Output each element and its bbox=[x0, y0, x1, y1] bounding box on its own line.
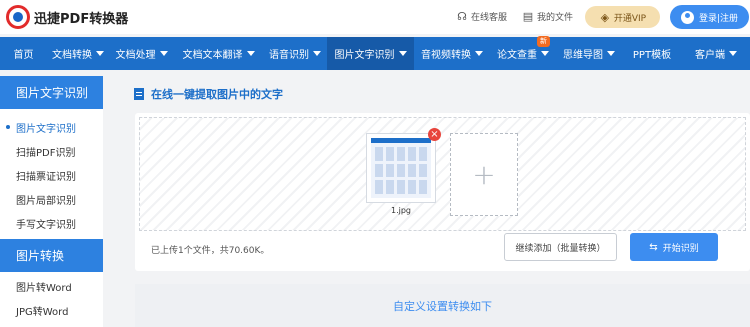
sidebar-item-image-ocr[interactable]: 图片文字识别 bbox=[0, 115, 103, 139]
diamond-icon: ◈ bbox=[600, 10, 610, 24]
thumbnail-preview bbox=[371, 138, 431, 198]
new-badge: 新 bbox=[537, 36, 550, 47]
start-recognition-label: 开始识别 bbox=[662, 243, 699, 254]
sidebar-group-ocr[interactable]: 图片文字识别 bbox=[0, 76, 103, 109]
caret-down-icon bbox=[541, 51, 549, 56]
nav-item-doc-process[interactable]: 文档处理 bbox=[109, 37, 174, 70]
caret-down-icon bbox=[607, 51, 615, 56]
my-files-label: 我的文件 bbox=[537, 13, 574, 23]
caret-down-icon bbox=[475, 51, 483, 56]
sidebar-item-scan-ticket[interactable]: 扫描票证识别 bbox=[0, 163, 103, 187]
nav-label: 文档转换 bbox=[52, 50, 92, 61]
vip-label: 开通VIP bbox=[613, 13, 647, 24]
main-content: 在线一键提取图片中的文字 × 1.jpg + 已上传1个文件，共70.60K。 … bbox=[122, 76, 750, 327]
vip-button[interactable]: ◈ 开通VIP bbox=[585, 6, 660, 28]
start-recognition-button[interactable]: ⇆ 开始识别 bbox=[630, 233, 718, 261]
caret-down-icon bbox=[96, 51, 104, 56]
file-icon: ▤ bbox=[522, 10, 534, 23]
nav-item-mindmap[interactable]: 思维导图 bbox=[556, 37, 622, 70]
online-service-link[interactable]: ☊ 在线客服 bbox=[456, 10, 507, 23]
caret-down-icon bbox=[246, 51, 255, 56]
headset-icon: ☊ bbox=[457, 10, 467, 23]
add-file-button[interactable]: + bbox=[450, 133, 518, 216]
settings-heading: 自定义设置转换如下 bbox=[393, 300, 492, 313]
nav-label: 首页 bbox=[13, 50, 34, 61]
user-icon bbox=[680, 10, 694, 24]
nav-item-doc-convert[interactable]: 文档转换 bbox=[47, 37, 109, 70]
nav-item-client[interactable]: 客户端 bbox=[682, 37, 750, 70]
nav-label: 图片文字识别 bbox=[334, 50, 395, 61]
nav-label: PPT模板 bbox=[632, 50, 672, 61]
logo-icon bbox=[6, 5, 30, 29]
caret-down-icon bbox=[729, 51, 737, 56]
page-title-text: 在线一键提取图片中的文字 bbox=[151, 88, 283, 101]
file-thumbnail[interactable] bbox=[366, 133, 436, 203]
online-service-label: 在线客服 bbox=[471, 13, 508, 23]
swap-icon: ⇆ bbox=[649, 241, 658, 253]
header: 迅捷PDF转换器 ☊ 在线客服 ▤ 我的文件 ◈ 开通VIP 登录|注册 bbox=[0, 0, 750, 34]
upload-card: × 1.jpg + 已上传1个文件，共70.60K。 继续添加（批量转换） ⇆ … bbox=[135, 113, 750, 271]
nav-label: 思维导图 bbox=[563, 50, 603, 61]
caret-down-icon bbox=[398, 51, 407, 56]
nav-label: 文档处理 bbox=[115, 50, 156, 61]
nav-item-ppt[interactable]: PPT模板 bbox=[622, 37, 682, 70]
file-name: 1.jpg bbox=[390, 206, 411, 215]
plus-icon: + bbox=[472, 157, 496, 191]
sidebar-group-image-convert[interactable]: 图片转换 bbox=[0, 239, 103, 272]
sidebar-item-handwriting[interactable]: 手写文字识别 bbox=[0, 211, 103, 235]
nav-item-translate[interactable]: 文档文本翻译 bbox=[174, 37, 263, 70]
sidebar-item-partial[interactable]: 图片局部识别 bbox=[0, 187, 103, 211]
upload-dropzone[interactable]: × 1.jpg + bbox=[139, 117, 746, 231]
document-icon bbox=[134, 88, 144, 100]
my-files-link[interactable]: ▤ 我的文件 bbox=[522, 10, 573, 23]
nav-label: 文档文本翻译 bbox=[182, 50, 243, 61]
nav-label: 音视频转换 bbox=[421, 50, 471, 61]
nav-item-av-convert[interactable]: 音视频转换 bbox=[414, 37, 490, 70]
logo[interactable]: 迅捷PDF转换器 bbox=[6, 5, 128, 29]
nav-label: 客户端 bbox=[695, 50, 725, 61]
nav-item-home[interactable]: 首页 bbox=[0, 37, 47, 70]
brand-name: 迅捷PDF转换器 bbox=[34, 11, 129, 27]
upload-status: 已上传1个文件，共70.60K。 bbox=[151, 246, 270, 256]
sidebar-item-scan-pdf[interactable]: 扫描PDF识别 bbox=[0, 139, 103, 163]
nav-label: 语音识别 bbox=[269, 50, 309, 61]
nav-item-plagiarism[interactable]: 论文查重新 bbox=[490, 36, 556, 70]
nav-item-speech[interactable]: 语音识别 bbox=[263, 37, 327, 70]
main-nav: 首页 文档转换 文档处理 文档文本翻译 语音识别 图片文字识别 音视频转换 论文… bbox=[0, 36, 750, 70]
sidebar-item-image-to-word[interactable]: 图片转Word bbox=[0, 274, 103, 298]
thumbnail-grid bbox=[375, 147, 427, 194]
nav-item-ocr[interactable]: 图片文字识别 bbox=[327, 37, 414, 70]
caret-down-icon bbox=[159, 51, 168, 56]
continue-add-button[interactable]: 继续添加（批量转换） bbox=[504, 233, 617, 261]
settings-panel: 自定义设置转换如下 bbox=[135, 284, 750, 327]
caret-down-icon bbox=[313, 51, 321, 56]
login-button[interactable]: 登录|注册 bbox=[670, 5, 749, 29]
sidebar-item-jpg-to-word[interactable]: JPG转Word bbox=[0, 298, 103, 322]
nav-label: 论文查重 bbox=[497, 50, 537, 61]
login-label: 登录|注册 bbox=[698, 13, 739, 24]
remove-file-icon[interactable]: × bbox=[428, 128, 441, 141]
sidebar: 图片文字识别 图片文字识别 扫描PDF识别 扫描票证识别 图片局部识别 手写文字… bbox=[0, 76, 103, 327]
page-title: 在线一键提取图片中的文字 bbox=[134, 86, 283, 102]
